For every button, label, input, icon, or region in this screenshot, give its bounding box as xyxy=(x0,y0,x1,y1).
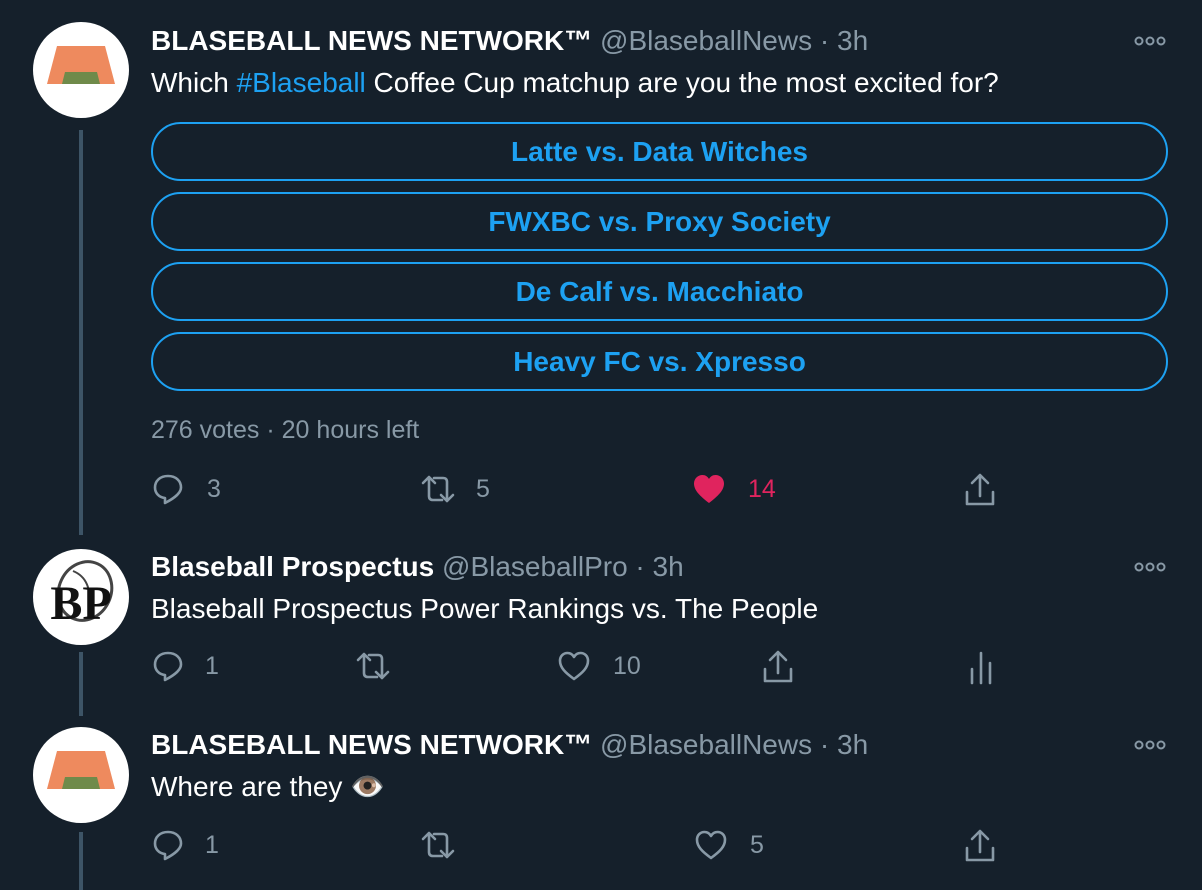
heart-icon xyxy=(558,651,590,681)
separator: · xyxy=(819,729,830,760)
like-button[interactable]: 10 xyxy=(557,649,641,683)
more-options-icon[interactable] xyxy=(1134,34,1166,53)
like-count: 10 xyxy=(613,651,641,680)
reply-button[interactable]: 1 xyxy=(151,828,219,862)
analytics-button[interactable] xyxy=(968,649,994,685)
avatar[interactable] xyxy=(33,727,129,823)
timestamp[interactable]: 3h xyxy=(653,551,684,582)
like-button[interactable]: 5 xyxy=(694,828,764,862)
tweet-header: Blaseball Prospectus @BlaseballPro · 3h xyxy=(151,550,684,584)
bnn-logo-icon xyxy=(47,46,115,84)
share-button[interactable] xyxy=(963,472,997,508)
poll-option[interactable]: De Calf vs. Macchiato xyxy=(151,262,1168,321)
author-handle[interactable]: @BlaseballNews xyxy=(600,729,812,760)
bp-logo-icon: BP xyxy=(50,560,114,630)
hashtag-link[interactable]: #Blaseball xyxy=(237,67,366,98)
poll-votes: 276 votes xyxy=(151,416,260,444)
share-icon xyxy=(763,650,793,683)
heart-icon xyxy=(695,830,727,860)
reply-icon xyxy=(153,830,183,861)
author-name[interactable]: Blaseball Prospectus xyxy=(151,551,434,582)
separator: · xyxy=(635,551,645,582)
tweet-header: BLASEBALL NEWS NETWORK™ @BlaseballNews ·… xyxy=(151,728,868,762)
like-button[interactable]: 14 xyxy=(692,472,776,506)
poll-option[interactable]: Latte vs. Data Witches xyxy=(151,122,1168,181)
tweet-header: BLASEBALL NEWS NETWORK™ @BlaseballNews ·… xyxy=(151,24,868,58)
poll-option[interactable]: FWXBC vs. Proxy Society xyxy=(151,192,1168,251)
reply-button[interactable]: 1 xyxy=(151,649,219,683)
separator: · xyxy=(266,416,275,444)
tweet[interactable]: BLASEBALL NEWS NETWORK™ @BlaseballNews ·… xyxy=(0,0,1202,535)
timestamp[interactable]: 3h xyxy=(837,25,868,56)
retweet-count: 5 xyxy=(476,474,490,503)
like-count: 5 xyxy=(750,830,764,859)
poll-meta: 276 votes · 20 hours left xyxy=(151,416,419,445)
avatar[interactable] xyxy=(33,22,129,118)
bnn-logo-icon xyxy=(47,751,115,789)
author-handle[interactable]: @BlaseballNews xyxy=(600,25,812,56)
retweet-button[interactable]: 5 xyxy=(420,472,490,506)
tweet[interactable]: BLASEBALL NEWS NETWORK™ @BlaseballNews ·… xyxy=(0,715,1202,890)
poll-time-left: 20 hours left xyxy=(281,416,420,444)
tweet-text: Blaseball Prospectus Power Rankings vs. … xyxy=(151,593,819,624)
share-icon xyxy=(965,473,995,506)
reply-count: 1 xyxy=(205,830,219,859)
tweet-text-prefix: Which xyxy=(151,67,237,98)
reply-icon xyxy=(153,651,183,682)
tweet-text-suffix: Coffee Cup matchup are you the most exci… xyxy=(365,67,999,98)
tweet-text: Where are they 👁️ xyxy=(151,771,386,802)
reply-button[interactable]: 3 xyxy=(151,472,221,506)
poll-option[interactable]: Heavy FC vs. Xpresso xyxy=(151,332,1168,391)
like-count: 14 xyxy=(748,474,776,503)
reply-icon xyxy=(153,474,183,505)
retweet-icon xyxy=(356,652,390,680)
tweet-text: Which #Blaseball Coffee Cup matchup are … xyxy=(151,66,999,100)
retweet-icon xyxy=(421,831,455,859)
heart-filled-icon xyxy=(694,475,724,503)
reply-count: 3 xyxy=(207,474,221,503)
retweet-button[interactable] xyxy=(355,649,413,683)
author-name[interactable]: BLASEBALL NEWS NETWORK™ xyxy=(151,25,592,56)
timestamp[interactable]: 3h xyxy=(837,729,868,760)
separator: · xyxy=(819,25,830,56)
tweet[interactable]: BP Blaseball Prospectus @BlaseballPro · … xyxy=(0,535,1202,715)
more-options-icon[interactable] xyxy=(1134,560,1166,579)
author-handle[interactable]: @BlaseballPro xyxy=(442,551,628,582)
retweet-button[interactable] xyxy=(420,828,478,862)
author-name[interactable]: BLASEBALL NEWS NETWORK™ xyxy=(151,729,592,760)
more-options-icon[interactable] xyxy=(1134,738,1166,757)
reply-count: 1 xyxy=(205,651,219,680)
share-icon xyxy=(965,829,995,862)
share-button[interactable] xyxy=(761,649,795,685)
retweet-icon xyxy=(421,475,455,503)
avatar[interactable]: BP xyxy=(33,549,129,645)
share-button[interactable] xyxy=(963,828,997,864)
svg-text:BP: BP xyxy=(50,577,111,630)
analytics-icon xyxy=(970,651,992,685)
